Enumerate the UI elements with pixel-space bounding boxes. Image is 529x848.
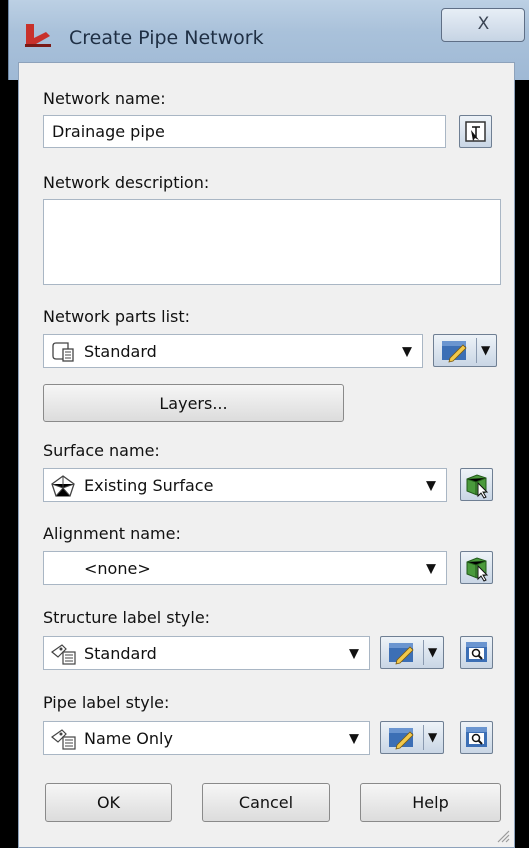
close-button[interactable]: X xyxy=(441,8,525,42)
surface-value: Existing Surface xyxy=(84,475,214,495)
browse-style-icon xyxy=(466,727,487,747)
surface-icon xyxy=(51,475,75,497)
name-template-button[interactable] xyxy=(459,115,492,148)
alignment-value: <none> xyxy=(84,558,151,578)
resize-grip-icon[interactable] xyxy=(494,827,510,843)
network-name-input[interactable]: Drainage pipe xyxy=(43,115,446,148)
network-description-input[interactable] xyxy=(43,199,501,285)
parts-list-edit-button[interactable]: ▼ xyxy=(433,334,497,367)
pipe-label-style-value: Name Only xyxy=(84,728,173,748)
dialog-body: Network name: Drainage pipe Network desc… xyxy=(18,62,515,848)
alignment-name-label: Alignment name: xyxy=(43,524,181,543)
pipe-label-style-label: Pipe label style: xyxy=(43,693,170,712)
parts-list-value: Standard xyxy=(84,341,157,361)
surface-name-label: Surface name: xyxy=(43,441,160,460)
chevron-down-icon: ▼ xyxy=(349,731,359,747)
structure-label-style-select[interactable]: Standard ▼ xyxy=(43,636,370,670)
structure-label-style-browse-button[interactable] xyxy=(460,636,493,669)
pipe-label-style-browse-button[interactable] xyxy=(460,721,493,754)
close-icon: X xyxy=(477,14,490,34)
chevron-down-icon: ▼ xyxy=(426,561,436,577)
network-description-label: Network description: xyxy=(43,173,210,192)
chevron-down-icon[interactable]: ▼ xyxy=(428,730,437,744)
layers-button[interactable]: Layers... xyxy=(43,384,344,422)
network-name-value: Drainage pipe xyxy=(52,122,165,141)
cancel-button[interactable]: Cancel xyxy=(202,783,330,822)
structure-label-style-value: Standard xyxy=(84,643,157,663)
parts-list-label: Network parts list: xyxy=(43,307,191,326)
structure-label-style-label: Structure label style: xyxy=(43,608,211,627)
chevron-down-icon[interactable]: ▼ xyxy=(428,645,437,659)
pipe-label-style-edit-button[interactable]: ▼ xyxy=(380,721,444,754)
chevron-down-icon: ▼ xyxy=(402,344,412,360)
edit-style-icon xyxy=(442,341,467,363)
edit-style-icon xyxy=(389,728,414,750)
dialog-window: Create Pipe Network X Network name: Drai… xyxy=(0,0,529,848)
select-object-icon xyxy=(466,557,489,582)
pipe-label-style-select[interactable]: Name Only ▼ xyxy=(43,721,370,755)
name-template-icon xyxy=(465,121,486,142)
window-title: Create Pipe Network xyxy=(69,27,264,49)
alignment-pick-button[interactable] xyxy=(460,551,493,584)
select-object-icon xyxy=(466,474,489,499)
chevron-down-icon[interactable]: ▼ xyxy=(481,343,490,357)
help-button[interactable]: Help xyxy=(360,783,501,822)
structure-label-style-edit-button[interactable]: ▼ xyxy=(380,636,444,669)
chevron-down-icon: ▼ xyxy=(349,646,359,662)
network-name-label: Network name: xyxy=(43,89,166,108)
app-icon xyxy=(25,24,51,47)
alignment-select[interactable]: <none> ▼ xyxy=(43,551,447,585)
parts-list-select[interactable]: Standard ▼ xyxy=(43,334,423,368)
browse-style-icon xyxy=(466,642,487,662)
edit-style-icon xyxy=(389,643,414,665)
chevron-down-icon: ▼ xyxy=(426,478,436,494)
surface-select[interactable]: Existing Surface ▼ xyxy=(43,468,447,502)
label-style-icon xyxy=(51,729,76,750)
ok-button[interactable]: OK xyxy=(45,783,172,822)
parts-list-icon xyxy=(52,342,74,362)
surface-pick-button[interactable] xyxy=(460,468,493,501)
label-style-icon xyxy=(51,644,76,665)
